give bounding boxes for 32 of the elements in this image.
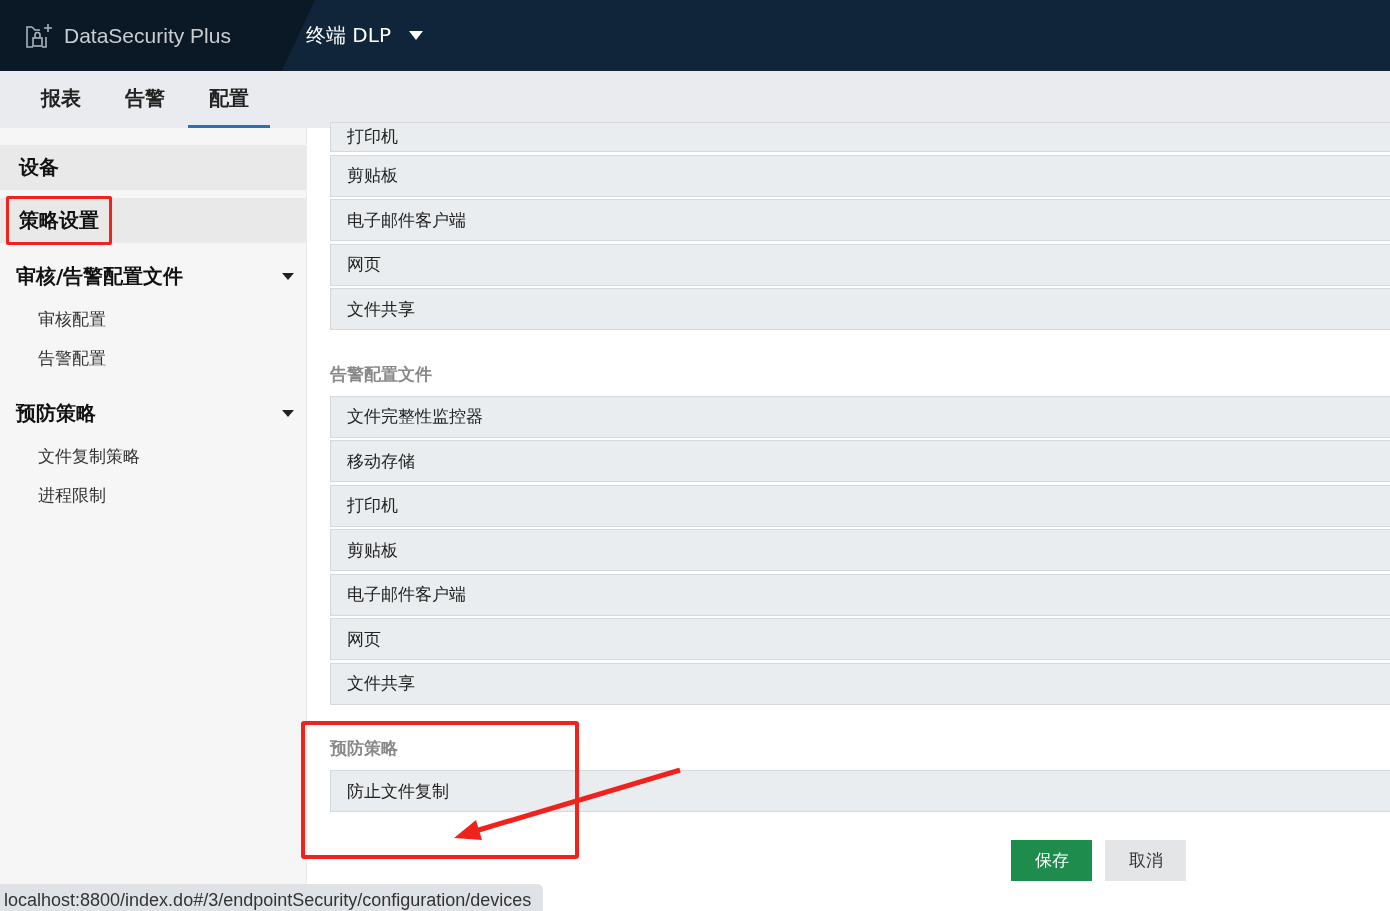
list-row[interactable]: 文件共享 — [330, 662, 1390, 705]
section-title: 告警配置文件 — [330, 362, 433, 386]
list-row[interactable]: 打印机 — [330, 122, 1390, 152]
product-name: DataSecurity Plus — [64, 23, 231, 48]
module-dropdown[interactable]: 终端 DLP — [306, 22, 423, 49]
list-row[interactable]: 文件完整性监控器 — [330, 395, 1390, 438]
tab[interactable]: 报表 — [20, 71, 102, 128]
lock-folder-icon — [24, 22, 54, 49]
sidebar-subitem[interactable]: 告警配置 — [0, 339, 144, 378]
list-row[interactable]: 移动存储 — [330, 440, 1390, 482]
section-title: 预防策略 — [330, 737, 399, 760]
status-url: localhost:8800/index.do#/3/endpointSecurity/configuration/devices — [0, 884, 544, 911]
tab[interactable]: 告警 — [104, 71, 186, 128]
sidebar-group[interactable]: 审核/告警配置文件 — [0, 251, 306, 298]
sidebar-subitem[interactable]: 文件复制策略 — [0, 437, 178, 476]
sidebar-item[interactable]: 设备 — [0, 145, 306, 190]
list-row[interactable]: 防止文件复制 — [330, 770, 1390, 812]
caret-icon — [408, 31, 423, 40]
cancel-button[interactable]: 取消 — [1105, 840, 1186, 881]
list-row[interactable]: 电子邮件客户端 — [330, 199, 1390, 241]
save-button[interactable]: 保存 — [1011, 840, 1092, 881]
list-row[interactable]: 电子邮件客户端 — [330, 573, 1390, 616]
list-row[interactable]: 文件共享 — [330, 288, 1390, 330]
list-row[interactable]: 剪贴板 — [330, 154, 1390, 197]
list-row[interactable]: 网页 — [330, 243, 1390, 286]
sidebar-group[interactable]: 预防策略 — [0, 388, 306, 435]
list-row[interactable]: 剪贴板 — [330, 529, 1390, 571]
sidebar-item[interactable]: 策略设置 — [0, 198, 306, 243]
list-row[interactable]: 打印机 — [330, 484, 1390, 527]
sidebar-subitem[interactable]: 审核配置 — [0, 300, 144, 339]
list-row[interactable]: 网页 — [330, 618, 1390, 660]
sidebar-subitem[interactable]: 进程限制 — [0, 476, 144, 515]
